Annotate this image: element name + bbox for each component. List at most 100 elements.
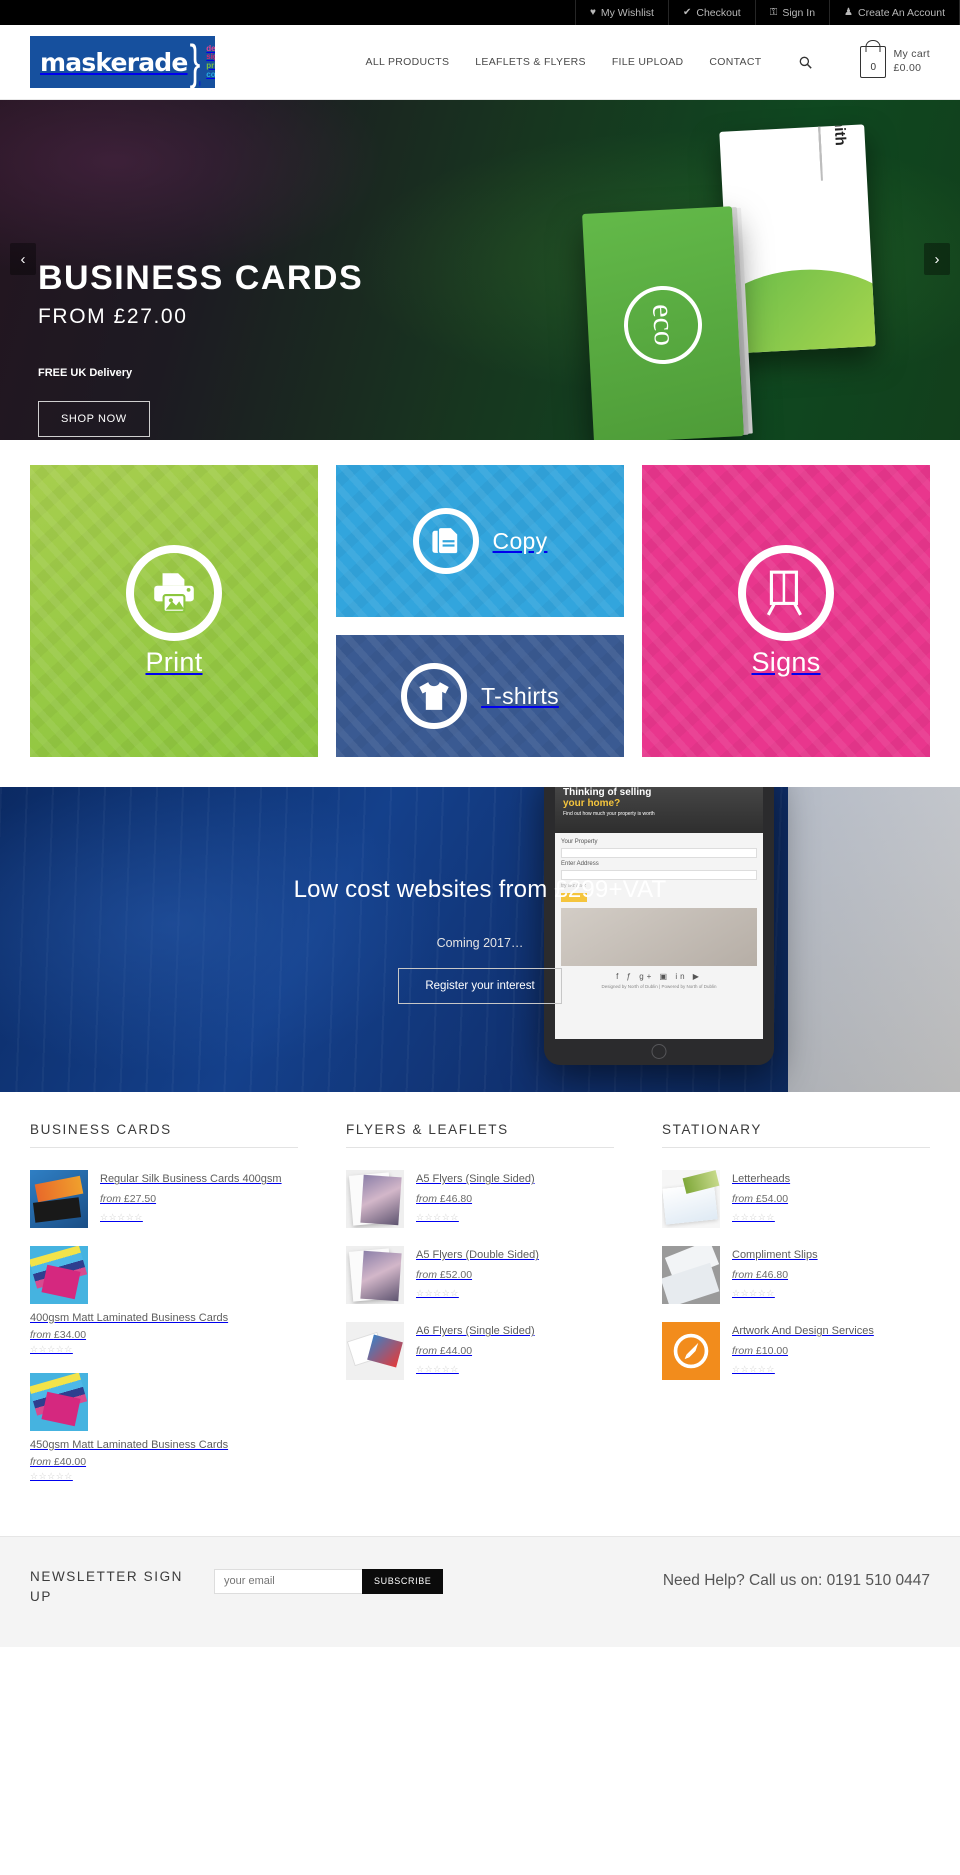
pen-nib-icon <box>673 1333 709 1369</box>
product-price: from £40.00 <box>30 1455 87 1468</box>
product-name: Letterheads <box>732 1173 791 1186</box>
product-price: from £34.00 <box>30 1328 87 1341</box>
product-price: from £10.00 <box>732 1344 789 1357</box>
promo-tile-copy[interactable]: Copy <box>336 465 624 617</box>
promo-tile-print[interactable]: Print <box>30 465 318 757</box>
product-name: A5 Flyers (Double Sided) <box>416 1249 539 1262</box>
nav-item-leaflets-flyers[interactable]: LEAFLETS & FLYERS <box>475 56 586 68</box>
site-footer: NEWSLETTER SIGN UP SUBSCRIBE Need Help? … <box>0 1535 960 1648</box>
website-promo-banner: Thinking of selling your home? Find out … <box>0 787 960 1092</box>
tablet-field-label-2: Enter Address <box>561 861 599 867</box>
product-item[interactable]: A5 Flyers (Double Sided) from £52.00 ☆☆☆… <box>346 1246 614 1304</box>
product-item[interactable]: Regular Silk Business Cards 400gsm from … <box>30 1170 298 1228</box>
product-rating-stars: ☆☆☆☆☆ <box>732 1212 775 1223</box>
product-thumbnail <box>346 1322 404 1380</box>
cart-bag-icon: 0 <box>860 46 887 78</box>
product-rating-stars: ☆☆☆☆☆ <box>732 1364 775 1375</box>
logo-brace-icon: } <box>189 36 201 88</box>
promo-tile-signs[interactable]: Signs <box>642 465 930 757</box>
document-copy-icon <box>412 508 479 574</box>
product-item[interactable]: Artwork And Design Services from £10.00 … <box>662 1322 930 1380</box>
nav-item-file-upload[interactable]: FILE UPLOAD <box>612 56 684 68</box>
product-name: 400gsm Matt Laminated Business Cards <box>30 1312 229 1324</box>
newsletter-email-input[interactable] <box>214 1568 362 1594</box>
shop-now-button[interactable]: SHOP NOW <box>38 401 150 438</box>
site-logo[interactable]: maskerade } design signs print copy <box>30 36 215 88</box>
topbar-label: Checkout <box>696 6 741 19</box>
product-rating-stars: ☆☆☆☆☆ <box>30 1343 73 1354</box>
product-item[interactable]: A6 Flyers (Single Sided) from £44.00 ☆☆☆… <box>346 1322 614 1380</box>
carousel-prev-button[interactable]: ‹ <box>10 243 36 275</box>
register-interest-button[interactable]: Register your interest <box>398 967 562 1004</box>
product-item[interactable]: A5 Flyers (Single Sided) from £46.80 ☆☆☆… <box>346 1170 614 1228</box>
a-board-glyph <box>766 570 802 616</box>
site-header: maskerade } design signs print copy ALL … <box>0 25 960 100</box>
printer-icon <box>126 544 222 641</box>
topbar-link-wishlist[interactable]: ♥ My Wishlist <box>574 0 668 25</box>
tablet-field-1 <box>561 848 757 858</box>
tablet-field-label-1: Your Property <box>561 839 598 845</box>
product-item[interactable]: Letterheads from £54.00 ☆☆☆☆☆ <box>662 1170 930 1228</box>
main-navigation: ALL PRODUCTS LEAFLETS & FLYERS FILE UPLO… <box>366 46 930 78</box>
product-price: from £52.00 <box>416 1268 473 1281</box>
search-button[interactable] <box>787 56 813 69</box>
nav-item-contact[interactable]: CONTACT <box>709 56 761 68</box>
tablet-headline-line2: your home? <box>563 798 621 809</box>
cart-total: £0.00 <box>893 62 922 74</box>
a-board-sign-icon <box>738 544 834 641</box>
check-circle-icon: ✔ <box>682 6 692 18</box>
subscribe-button[interactable]: SUBSCRIBE <box>362 1568 444 1594</box>
document-copy-glyph <box>431 526 459 555</box>
hero-business-card-photo: John Smith eco <box>500 110 930 440</box>
topbar-link-create-account[interactable]: ♟ Create An Account <box>829 0 960 25</box>
newsletter-signup: NEWSLETTER SIGN UP SUBSCRIBE <box>30 1567 444 1608</box>
promo-tiles-section: Print Copy T-shirts Signs <box>0 440 960 787</box>
product-thumbnail <box>662 1246 720 1304</box>
hero-card-lines <box>760 124 824 192</box>
nav-item-all-products[interactable]: ALL PRODUCTS <box>366 56 450 68</box>
printer-glyph <box>154 572 194 613</box>
product-price: from £44.00 <box>416 1344 473 1357</box>
product-name: A6 Flyers (Single Sided) <box>416 1325 535 1338</box>
hero-delivery-note: FREE UK Delivery <box>38 367 133 380</box>
website-promo-subtitle: Coming 2017… <box>436 935 524 950</box>
hero-card-front: John Smith <box>719 124 876 354</box>
cart-count: 0 <box>870 62 877 73</box>
column-title: FLYERS & LEAFLETS <box>346 1122 614 1148</box>
tablet-home-button <box>651 1044 667 1059</box>
product-rating-stars: ☆☆☆☆☆ <box>416 1288 459 1299</box>
column-title: BUSINESS CARDS <box>30 1122 298 1148</box>
tablet-headline: Thinking of selling your home? Find out … <box>555 787 763 833</box>
website-promo-content: Low cost websites from £299+VAT Coming 2… <box>30 876 930 1004</box>
heart-icon: ♥ <box>589 6 596 18</box>
product-item[interactable]: 400gsm Matt Laminated Business Cards fro… <box>30 1246 298 1355</box>
promo-tile-label: Print <box>145 646 203 677</box>
topbar-link-signin[interactable]: ⚿ Sign In <box>754 0 829 25</box>
logo-tagword-copy: copy <box>206 69 215 79</box>
product-column-business-cards: BUSINESS CARDS Regular Silk Business Car… <box>30 1122 298 1500</box>
search-icon <box>800 56 813 69</box>
carousel-next-button[interactable]: › <box>924 243 950 275</box>
product-rating-stars: ☆☆☆☆☆ <box>732 1288 775 1299</box>
cart-button[interactable]: 0 My cart £0.00 <box>860 46 930 78</box>
lock-icon: ⚿ <box>769 6 778 18</box>
promo-tile-label: Signs <box>751 646 821 677</box>
hero-subtitle: FROM £27.00 <box>38 305 188 329</box>
promo-tile-tshirts[interactable]: T-shirts <box>336 635 624 757</box>
product-name: Compliment Slips <box>732 1249 818 1262</box>
product-name: Regular Silk Business Cards 400gsm <box>100 1173 282 1186</box>
page-root: ♥ My Wishlist ✔ Checkout ⚿ Sign In ♟ Cre… <box>0 0 960 1648</box>
product-item[interactable]: 450gsm Matt Laminated Business Cards fro… <box>30 1372 298 1482</box>
product-thumbnail <box>346 1170 404 1228</box>
product-item[interactable]: Compliment Slips from £46.80 ☆☆☆☆☆ <box>662 1246 930 1304</box>
hero-title: BUSINESS CARDS <box>38 259 364 297</box>
product-thumbnail <box>662 1170 720 1228</box>
product-thumbnail <box>30 1372 88 1431</box>
product-price: from £27.50 <box>100 1192 157 1205</box>
topbar-link-checkout[interactable]: ✔ Checkout <box>667 0 755 25</box>
promo-tile-label: Copy <box>492 527 548 554</box>
help-phone-text: Need Help? Call us on: 0191 510 0447 <box>662 1571 930 1589</box>
product-thumbnail <box>30 1170 88 1228</box>
promo-tile-label: T-shirts <box>481 682 559 709</box>
product-column-stationary: STATIONARY Letterheads from £54.00 ☆☆☆☆☆… <box>662 1122 930 1500</box>
